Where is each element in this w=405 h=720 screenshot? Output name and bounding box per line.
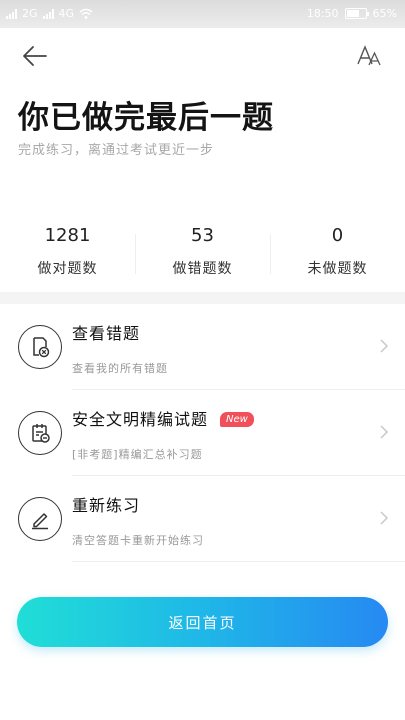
network-type-2: 4G bbox=[58, 7, 75, 20]
battery-level: 65% bbox=[372, 7, 397, 20]
stat-label: 做对题数 bbox=[37, 261, 98, 277]
chevron-right-icon bbox=[380, 339, 389, 353]
battery-icon bbox=[344, 8, 369, 19]
icon-circle bbox=[18, 325, 62, 369]
font-size-icon bbox=[357, 45, 381, 66]
icon-circle bbox=[18, 411, 62, 455]
new-badge: New bbox=[220, 412, 254, 427]
signal-icon bbox=[6, 8, 17, 19]
item-title: 重新练习 bbox=[72, 496, 141, 515]
stat-label: 未做题数 bbox=[307, 261, 368, 277]
chevron-right-icon bbox=[380, 511, 389, 525]
network-type-1: 2G bbox=[22, 7, 38, 20]
top-nav bbox=[0, 40, 405, 72]
icon-circle bbox=[18, 497, 62, 541]
item-subtitle: 清空答题卡重新开始练习 bbox=[72, 534, 204, 547]
section-divider bbox=[0, 292, 405, 304]
item-subtitle: 查看我的所有错题 bbox=[72, 362, 168, 375]
stat-value: 53 bbox=[191, 225, 214, 246]
stats-row: 1281 做对题数 53 做错题数 0 未做题数 bbox=[0, 222, 405, 288]
item-title-text: 安全文明精编试题 bbox=[72, 410, 209, 429]
stat-value: 0 bbox=[331, 225, 344, 246]
back-button[interactable] bbox=[20, 42, 50, 70]
stat-wrong: 53 做错题数 bbox=[135, 222, 270, 288]
item-title: 查看错题 bbox=[72, 324, 141, 343]
restart-practice-item[interactable]: 重新练习 清空答题卡重新开始练习 bbox=[0, 476, 405, 562]
font-size-button[interactable] bbox=[357, 44, 383, 68]
wrong-doc-icon bbox=[33, 337, 50, 358]
item-subtitle: [非考题]精编汇总补习题 bbox=[72, 448, 203, 461]
stat-label: 做错题数 bbox=[172, 261, 233, 277]
page-subtitle: 完成练习，离通过考试更近一步 bbox=[18, 143, 215, 158]
back-to-home-button[interactable]: 返回首页 bbox=[17, 597, 388, 647]
wifi-icon bbox=[79, 8, 93, 19]
action-list: 查看错题 查看我的所有错题 安全文明精编试题 New [非考题]精编汇总补习题 bbox=[0, 304, 405, 562]
edit-pen-icon bbox=[32, 513, 48, 530]
stat-value: 1281 bbox=[44, 225, 91, 246]
calendar-doc-icon bbox=[32, 424, 50, 443]
status-bar: 2G 4G 18:50 65% bbox=[0, 0, 405, 28]
clock: 18:50 bbox=[306, 7, 339, 20]
item-title: 安全文明精编试题 New bbox=[72, 406, 254, 430]
arrow-left-icon bbox=[23, 46, 47, 66]
page-title: 你已做完最后一题 bbox=[18, 100, 274, 136]
safety-exam-item[interactable]: 安全文明精编试题 New [非考题]精编汇总补习题 bbox=[0, 390, 405, 476]
view-wrong-questions-item[interactable]: 查看错题 查看我的所有错题 bbox=[0, 304, 405, 390]
stat-undone: 0 未做题数 bbox=[270, 222, 405, 288]
signal-icon bbox=[42, 8, 54, 19]
stat-correct: 1281 做对题数 bbox=[0, 222, 135, 288]
chevron-right-icon bbox=[380, 425, 389, 439]
